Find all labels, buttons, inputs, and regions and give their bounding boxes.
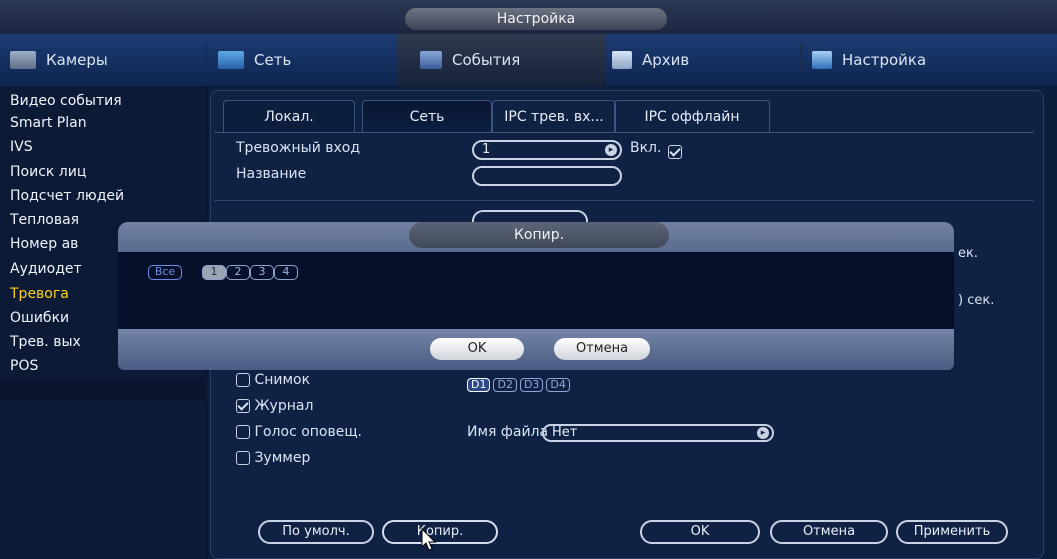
nav-tab-label: Камеры [46, 51, 108, 69]
copy-button[interactable]: Копир. [382, 520, 498, 544]
tab-ipc-offline[interactable]: IPC оффлайн [614, 100, 770, 133]
nav-tab-cameras[interactable]: Камеры [10, 34, 195, 86]
snapshot-channels: D1 D2 D3 D4 [467, 373, 573, 392]
alarm-input-select[interactable]: 1 ▸ [472, 140, 622, 160]
snapshot-channel-d2[interactable]: D2 [493, 378, 517, 392]
nav-tab-events[interactable]: События [398, 34, 606, 86]
dialog-ok-button[interactable]: OK [430, 338, 524, 360]
voice-label: Голос оповещ. [254, 424, 363, 440]
voice-checkbox[interactable] [236, 425, 250, 439]
buzzer-checkbox[interactable] [236, 451, 250, 465]
dropdown-icon: ▸ [757, 427, 769, 439]
filename-select[interactable]: Нет ▸ [542, 424, 774, 442]
seconds-label-2: ) сек. [958, 293, 995, 308]
sidebar-item-face-search[interactable]: Поиск лиц [10, 161, 86, 183]
sidebar-item-alarm[interactable]: Тревога [10, 283, 69, 305]
copy-channel-1[interactable]: 1 [202, 265, 226, 280]
filename-label: Имя файла [467, 424, 549, 440]
snapshot-channel-d4[interactable]: D4 [546, 378, 570, 392]
dropdown-icon: ▸ [605, 144, 617, 156]
enable-checkbox[interactable] [668, 144, 682, 159]
snapshot-channel-d1[interactable]: D1 [467, 378, 491, 392]
camera-icon [10, 51, 36, 69]
snapshot-checkbox[interactable] [236, 373, 250, 387]
alarm-input-value: 1 [482, 142, 491, 157]
top-nav: Камеры Сеть События Архив Настройка [0, 34, 1057, 86]
sidebar-item-video-events[interactable]: Видео события [10, 90, 122, 112]
buzzer-label: Зуммер [254, 450, 311, 466]
sidebar-item-pos[interactable]: POS [10, 355, 38, 377]
nav-tab-label: Сеть [254, 51, 292, 69]
snapshot-label: Снимок [254, 372, 311, 388]
journal-label: Журнал [254, 398, 314, 414]
journal-checkbox[interactable] [236, 399, 250, 413]
cancel-button[interactable]: Отмена [770, 520, 888, 544]
sidebar-item-people-count[interactable]: Подсчет людей [10, 185, 124, 207]
network-icon [218, 51, 244, 69]
copy-dialog-title: Копир. [409, 222, 669, 248]
nav-tab-archive[interactable]: Архив [612, 34, 792, 86]
voice-option[interactable]: Голос оповещ. [236, 424, 362, 440]
buzzer-option[interactable]: Зуммер [236, 450, 310, 466]
nav-tab-settings[interactable]: Настройка [812, 34, 992, 86]
nav-tab-label: События [452, 51, 521, 69]
section-divider [214, 200, 1034, 201]
copy-dialog-body [118, 252, 954, 329]
apply-button[interactable]: Применить [896, 520, 1008, 544]
mouse-cursor-icon [421, 528, 437, 551]
sidebar-item-alarm-out[interactable]: Трев. вых [10, 331, 81, 353]
sidebar-item-plate[interactable]: Номер ав [10, 233, 78, 255]
enable-label: Вкл. [630, 140, 662, 156]
filename-value: Нет [552, 425, 578, 440]
snapshot-option[interactable]: Снимок [236, 372, 310, 388]
sidebar-item-heatmap[interactable]: Тепловая [10, 209, 79, 231]
name-label: Название [236, 166, 307, 182]
default-button[interactable]: По умолч. [258, 520, 374, 544]
journal-option[interactable]: Журнал [236, 398, 313, 414]
nav-tab-label: Архив [642, 51, 690, 69]
alarm-input-label: Тревожный вход [236, 140, 361, 156]
settings-icon [812, 51, 832, 69]
copy-channel-4[interactable]: 4 [274, 265, 298, 280]
copy-all-checkbox[interactable]: Все [148, 265, 182, 280]
seconds-label-1: ек. [958, 246, 978, 261]
sidebar-item-errors[interactable]: Ошибки [10, 307, 69, 329]
dialog-cancel-button[interactable]: Отмена [554, 338, 650, 360]
copy-channel-3[interactable]: 3 [250, 265, 274, 280]
archive-icon [612, 51, 632, 69]
tab-network[interactable]: Сеть [362, 100, 492, 133]
nav-tab-label: Настройка [842, 51, 927, 69]
tab-local[interactable]: Локал. [223, 100, 355, 133]
events-icon [420, 51, 442, 69]
sidebar-item-ivs[interactable]: IVS [10, 136, 33, 158]
copy-dialog-footer [118, 329, 954, 370]
copy-channel-2[interactable]: 2 [226, 265, 250, 280]
nav-tab-network[interactable]: Сеть [218, 34, 398, 86]
name-input[interactable] [472, 166, 622, 186]
window-title: Настройка [405, 8, 667, 30]
tab-divider [214, 132, 1034, 133]
ok-button[interactable]: OK [640, 520, 760, 544]
sidebar-item-audio[interactable]: Аудиодет [10, 258, 82, 280]
sidebar-active-highlight [0, 378, 205, 401]
snapshot-channel-d3[interactable]: D3 [519, 378, 544, 392]
sidebar-item-smart-plan[interactable]: Smart Plan [10, 112, 87, 134]
tab-ipc-alarm-in[interactable]: IPC трев. вх... [492, 100, 616, 133]
